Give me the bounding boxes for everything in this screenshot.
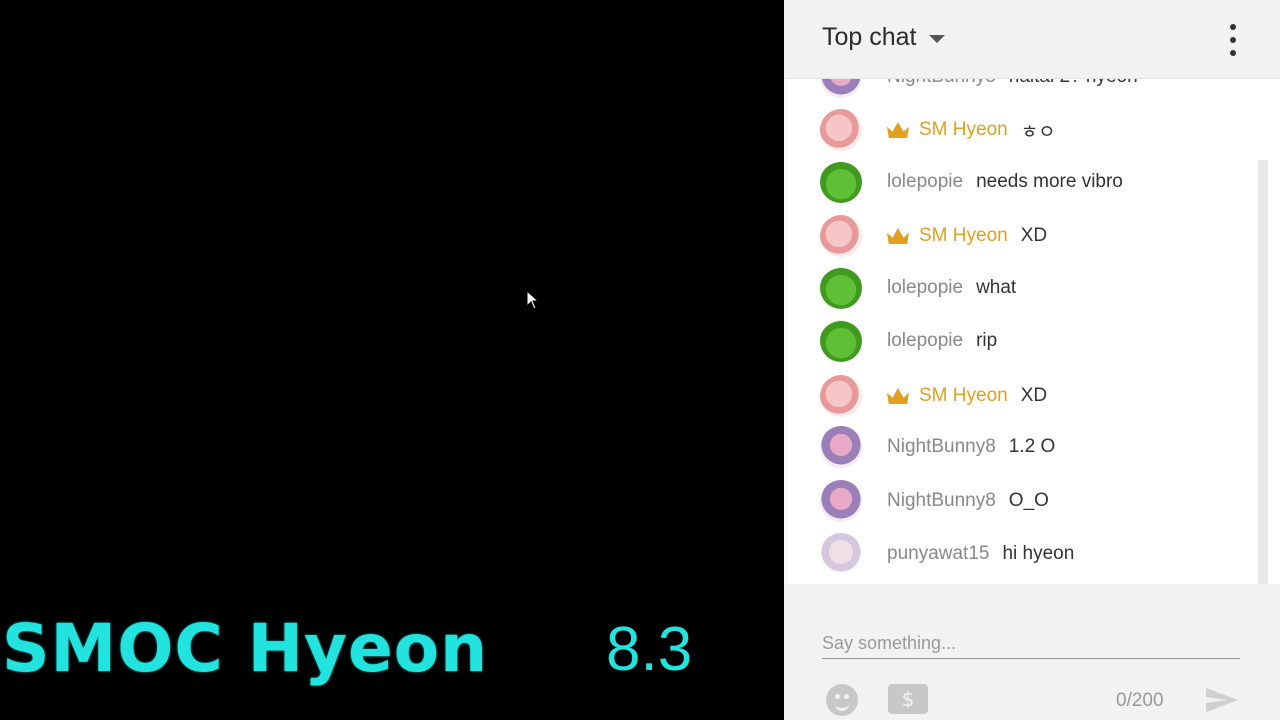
avatar[interactable]	[820, 426, 862, 468]
dollar-icon[interactable]: $	[888, 684, 928, 714]
video-player[interactable]: SMOC Hyeon 8.3	[0, 0, 784, 720]
chat-mode-dropdown[interactable]: Top chat	[822, 23, 945, 52]
send-icon[interactable]	[1204, 686, 1240, 714]
score-overlay: 8.3	[606, 615, 693, 684]
chat-input-area: $ 0/200	[784, 584, 1280, 720]
mouse-cursor-icon	[526, 290, 540, 310]
avatar[interactable]	[820, 267, 862, 309]
owner-name: SM Hyeon	[919, 119, 1008, 140]
message-text: hi hyeon	[1002, 543, 1075, 564]
avatar[interactable]	[820, 320, 862, 362]
avatar[interactable]	[820, 215, 862, 257]
message-author[interactable]: SM Hyeon	[887, 385, 1008, 407]
character-counter: 0/200	[1116, 690, 1164, 711]
owner-name: SM Hyeon	[919, 385, 1008, 406]
avatar[interactable]	[820, 79, 862, 98]
chat-message: NightBunny8 haital 2? hyeon	[820, 79, 1138, 99]
message-text: needs more vibro	[976, 171, 1123, 192]
avatar[interactable]	[820, 161, 862, 203]
message-author[interactable]: SM Hyeon	[887, 119, 1008, 141]
message-text: rip	[976, 330, 998, 351]
chat-message: SM Hyeon XD	[820, 374, 1047, 418]
avatar[interactable]	[820, 480, 862, 522]
message-text: haital 2? hyeon	[1009, 79, 1138, 88]
caret-down-icon	[928, 35, 945, 43]
chat-message: SM Hyeon ㅎㅇ	[820, 108, 1056, 152]
chat-message: punyawat15 hi hyeon	[820, 532, 1074, 576]
message-author[interactable]: lolepopie	[887, 171, 963, 193]
more-options-icon[interactable]	[1224, 24, 1242, 56]
chat-message: lolepopie what	[820, 266, 1016, 310]
streamer-name-overlay: SMOC Hyeon	[2, 610, 489, 687]
avatar[interactable]	[820, 109, 862, 151]
owner-name: SM Hyeon	[919, 225, 1008, 246]
chat-header: Top chat	[784, 0, 1280, 79]
message-author[interactable]: punyawat15	[887, 543, 989, 565]
chat-message: SM Hyeon XD	[820, 214, 1047, 258]
chat-message-input[interactable]	[822, 628, 1240, 659]
message-text: 1.2 O	[1008, 436, 1056, 457]
chat-message: lolepopie needs more vibro	[820, 160, 1123, 204]
owner-crown-icon	[887, 388, 909, 404]
message-author[interactable]: lolepopie	[887, 277, 963, 299]
owner-crown-icon	[887, 122, 909, 138]
message-author[interactable]: lolepopie	[887, 330, 963, 352]
chat-scrollbar[interactable]	[1258, 160, 1268, 584]
chat-message: NightBunny8 O_O	[820, 479, 1049, 523]
emoji-icon[interactable]	[826, 684, 858, 716]
chat-mode-label: Top chat	[822, 23, 917, 51]
message-author[interactable]: NightBunny8	[887, 490, 996, 512]
message-text: ㅎㅇ	[1020, 121, 1056, 143]
message-author[interactable]: SM Hyeon	[887, 225, 1008, 247]
avatar[interactable]	[820, 375, 862, 417]
chat-message-list[interactable]: NightBunny8 haital 2? hyeon SM Hyeon ㅎㅇ …	[784, 79, 1268, 584]
avatar[interactable]	[820, 533, 862, 575]
message-author[interactable]: NightBunny8	[887, 436, 996, 458]
owner-crown-icon	[887, 228, 909, 244]
chat-message: NightBunny8 1.2 O	[820, 425, 1055, 469]
message-author[interactable]: NightBunny8	[887, 79, 996, 88]
chat-message: lolepopie rip	[820, 319, 997, 363]
message-text: what	[976, 277, 1017, 298]
message-text: XD	[1020, 225, 1048, 246]
live-chat-panel: Top chat NightBunny8 haital 2? hyeon SM …	[784, 0, 1280, 720]
message-text: XD	[1020, 385, 1048, 406]
message-text: O_O	[1008, 490, 1049, 511]
